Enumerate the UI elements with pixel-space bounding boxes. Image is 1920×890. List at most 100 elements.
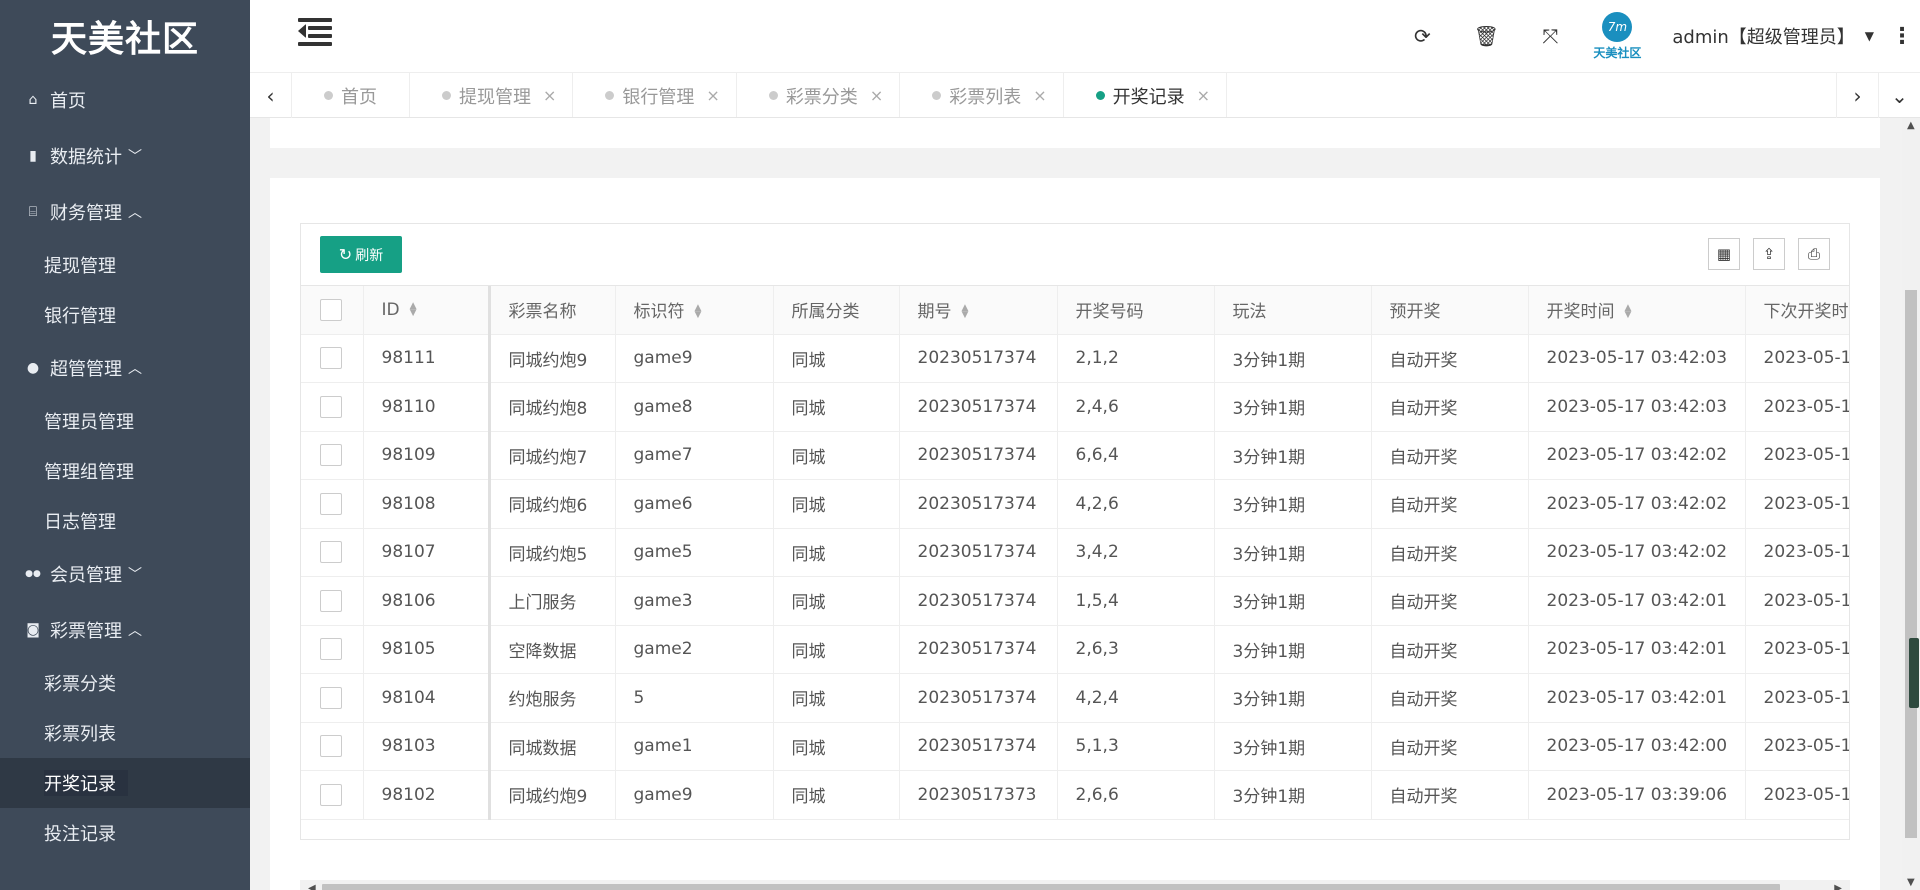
sidebar-item-admin-groups[interactable]: 管理组管理 bbox=[0, 446, 250, 496]
row-checkbox[interactable] bbox=[320, 686, 342, 709]
scroll-left-icon[interactable]: ◀ bbox=[308, 880, 316, 890]
cell-category: 同城 bbox=[773, 770, 900, 820]
cell-period: 20230517374 bbox=[899, 576, 1058, 626]
table-row[interactable]: 98106 上门服务 game3 同城 20230517374 1,5,4 3分钟1期 自动开… bbox=[301, 576, 1849, 626]
table-row[interactable]: 98103 同城数据 game1 同城 20230517374 5,1,3 3分钟1期 自动开… bbox=[301, 722, 1849, 771]
vertical-scrollbar[interactable]: ▲ ▼ bbox=[1902, 118, 1920, 890]
tab-withdraw[interactable]: 提现管理 × bbox=[410, 73, 574, 117]
select-all-checkbox[interactable] bbox=[320, 298, 342, 321]
tab-label: 银行管理 bbox=[622, 86, 695, 108]
print-icon[interactable]: ⎙ bbox=[1798, 238, 1830, 270]
sidebar-item-lottery[interactable]: ◙ 彩票管理 ︿ bbox=[0, 602, 250, 658]
sidebar-item-logs[interactable]: 日志管理 bbox=[0, 496, 250, 546]
row-checkbox[interactable] bbox=[320, 347, 342, 370]
row-checkbox[interactable] bbox=[320, 395, 342, 418]
scroll-up-icon[interactable]: ▲ bbox=[1907, 120, 1915, 131]
row-checkbox[interactable] bbox=[320, 735, 342, 758]
close-icon[interactable]: × bbox=[706, 86, 719, 105]
cell-category: 同城 bbox=[773, 431, 900, 480]
sidebar-item-admins[interactable]: 管理员管理 bbox=[0, 396, 250, 446]
sort-icon[interactable]: ▲ ▼ bbox=[962, 304, 969, 320]
row-checkbox[interactable] bbox=[320, 541, 342, 564]
close-icon[interactable]: × bbox=[1033, 86, 1046, 105]
menu-toggle-icon[interactable] bbox=[298, 18, 332, 46]
table-row[interactable]: 98109 同城约炮7 game7 同城 20230517374 6,6,4 3分钟1期 自动… bbox=[301, 431, 1849, 480]
column-header-id[interactable]: ID ▲ ▼ bbox=[363, 286, 491, 335]
sidebar-item-lottery-list[interactable]: 彩票列表 bbox=[0, 708, 250, 758]
row-checkbox[interactable] bbox=[320, 589, 342, 612]
cell-draw-time: 2023-05-17 03:42:02 bbox=[1528, 479, 1746, 529]
cell-identifier: game5 bbox=[615, 528, 774, 577]
table-row[interactable]: 98108 同城约炮6 game6 同城 20230517374 4,2,6 3分钟1期 自动… bbox=[301, 479, 1849, 529]
row-checkbox[interactable] bbox=[320, 783, 342, 806]
column-header-period[interactable]: 期号 ▲ ▼ bbox=[899, 286, 1058, 335]
cell-pre-draw: 自动开奖 bbox=[1371, 528, 1529, 577]
cell-numbers: 4,2,4 bbox=[1057, 673, 1215, 723]
cell-name: 同城数据 bbox=[489, 722, 616, 771]
draw-records-table: ID ▲ ▼ 彩票名称 标识符 ▲ ▼ 所属分类 期号 ▲ ▼ 开奖号码 玩法 预开奖 开奖… bbox=[301, 286, 1849, 820]
tab-draw-records[interactable]: 开奖记录 × bbox=[1064, 73, 1228, 117]
sidebar-menu: ⌂ 首页 ▮ 数据统计 ﹀ ⌸ 财务管理 ︿ 提现管理 银行管理 ● 超管管理 … bbox=[0, 72, 250, 858]
refresh-icon[interactable]: ⟳ bbox=[1390, 0, 1454, 72]
more-vertical-icon[interactable]: ⋮ bbox=[1884, 0, 1920, 72]
table-row[interactable]: 98102 同城约炮9 game9 同城 20230517373 2,6,6 3分钟1期 自动… bbox=[301, 770, 1849, 820]
sidebar-item-stats[interactable]: ▮ 数据统计 ﹀ bbox=[0, 128, 250, 184]
refresh-button[interactable]: ↻ 刷新 bbox=[320, 236, 402, 273]
sidebar-item-label: 开奖记录 bbox=[44, 770, 128, 796]
tab-scroll-left-icon[interactable]: ‹ bbox=[250, 73, 292, 118]
scroll-right-icon[interactable]: ▶ bbox=[1834, 880, 1842, 890]
chevron-up-icon: ︿ bbox=[128, 361, 142, 377]
sort-icon[interactable]: ▲ ▼ bbox=[695, 304, 702, 320]
table-row[interactable]: 98111 同城约炮9 game9 同城 20230517374 2,1,2 3分钟1期 自动… bbox=[301, 334, 1849, 383]
row-checkbox[interactable] bbox=[320, 638, 342, 661]
sidebar-item-finance[interactable]: ⌸ 财务管理 ︿ bbox=[0, 184, 250, 240]
sort-icon[interactable]: ▲ ▼ bbox=[1625, 304, 1632, 320]
cell-next-draw: 2023-05-17 bbox=[1745, 382, 1849, 432]
table-row[interactable]: 98105 空降数据 game2 同城 20230517374 2,6,3 3分钟1期 自动开… bbox=[301, 625, 1849, 674]
tab-lottery-category[interactable]: 彩票分类 × bbox=[737, 73, 901, 117]
horizontal-scrollbar[interactable]: ◀ ▶ bbox=[300, 880, 1850, 890]
sort-icon[interactable]: ▲ ▼ bbox=[410, 301, 417, 317]
sidebar-item-withdraw[interactable]: 提现管理 bbox=[0, 240, 250, 290]
sidebar-item-label: 彩票管理 bbox=[50, 621, 122, 642]
sidebar-item-bet-records[interactable]: 投注记录 bbox=[0, 808, 250, 858]
column-header-identifier[interactable]: 标识符 ▲ ▼ bbox=[615, 286, 774, 335]
cell-pre-draw: 自动开奖 bbox=[1371, 625, 1529, 674]
scrollbar-thumb[interactable] bbox=[322, 884, 1780, 890]
table-row[interactable]: 98104 约炮服务 5 同城 20230517374 4,2,4 3分钟1期 自动开奖 202… bbox=[301, 673, 1849, 723]
data-table-container: ↻ 刷新 ▦ ⇪ ⎙ ID ▲ ▼ 彩票名称 标识符 ▲ ▼ 所属分类 期号 ▲… bbox=[300, 223, 1850, 840]
cell-next-draw: 2023-05-17 bbox=[1745, 625, 1849, 674]
table-row[interactable]: 98110 同城约炮8 game8 同城 20230517374 2,4,6 3分钟1期 自动… bbox=[301, 382, 1849, 432]
scroll-down-icon[interactable]: ▼ bbox=[1907, 877, 1915, 888]
close-icon[interactable]: × bbox=[543, 86, 556, 105]
column-header-name: 彩票名称 bbox=[489, 286, 616, 335]
row-checkbox[interactable] bbox=[320, 444, 342, 467]
columns-icon[interactable]: ▦ bbox=[1708, 238, 1740, 270]
cell-next-draw: 2023-05-17 bbox=[1745, 673, 1849, 723]
user-menu[interactable]: admin【超级管理员】 ▼ bbox=[1652, 0, 1884, 72]
row-checkbox[interactable] bbox=[320, 492, 342, 515]
sidebar-item-bank[interactable]: 银行管理 bbox=[0, 290, 250, 340]
close-icon[interactable]: × bbox=[1197, 86, 1210, 105]
tab-lottery-list[interactable]: 彩票列表 × bbox=[900, 73, 1064, 117]
sidebar-item-superadmin[interactable]: ● 超管管理 ︿ bbox=[0, 340, 250, 396]
table-row[interactable]: 98107 同城约炮5 game5 同城 20230517374 3,4,2 3分钟1期 自动… bbox=[301, 528, 1849, 577]
sidebar-item-home[interactable]: ⌂ 首页 bbox=[0, 72, 250, 128]
user-icon: ● bbox=[26, 360, 40, 376]
sidebar-item-lottery-category[interactable]: 彩票分类 bbox=[0, 658, 250, 708]
tab-dropdown-icon[interactable]: ⌄ bbox=[1878, 73, 1920, 118]
sidebar-item-members[interactable]: ●● 会员管理 ﹀ bbox=[0, 546, 250, 602]
sidebar-item-draw-records[interactable]: 开奖记录 bbox=[0, 758, 250, 808]
cell-id: 98105 bbox=[363, 625, 491, 674]
cell-id: 98106 bbox=[363, 576, 491, 626]
trash-icon[interactable]: 🗑 bbox=[1454, 0, 1518, 72]
tab-scroll-right-icon[interactable]: › bbox=[1836, 73, 1878, 118]
export-icon[interactable]: ⇪ bbox=[1753, 238, 1785, 270]
tab-bank[interactable]: 银行管理 × bbox=[573, 73, 737, 117]
scrollbar-thumb[interactable] bbox=[1905, 290, 1917, 838]
column-header-draw-time[interactable]: 开奖时间 ▲ ▼ bbox=[1528, 286, 1746, 335]
close-icon[interactable]: × bbox=[870, 86, 883, 105]
fullscreen-icon[interactable]: ⤧ bbox=[1518, 0, 1582, 72]
tab-home[interactable]: 首页 bbox=[292, 73, 410, 117]
cell-category: 同城 bbox=[773, 576, 900, 626]
